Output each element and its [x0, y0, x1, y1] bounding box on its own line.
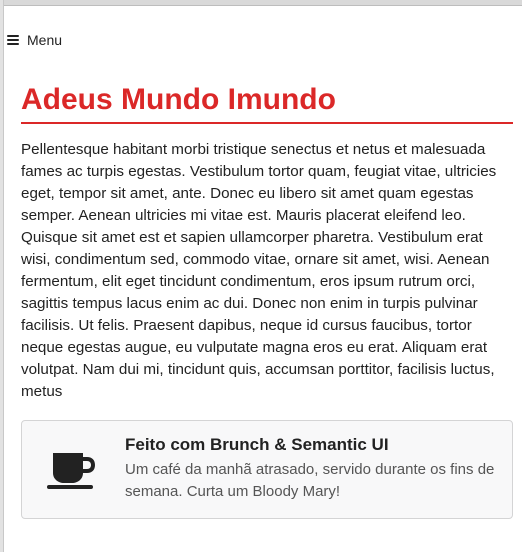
- hamburger-icon: [7, 35, 19, 45]
- menu-label: Menu: [27, 32, 63, 48]
- coffee-cup-icon: [47, 453, 95, 489]
- footer-card-description: Um café da manhã atrasado, servido duran…: [125, 461, 495, 500]
- footer-card-header: Feito com Brunch & Semantic UI: [125, 435, 389, 454]
- window-top-strip: [0, 0, 522, 6]
- menu-toggle[interactable]: Menu: [7, 31, 62, 49]
- body-paragraph: Pellentesque habitant morbi tristique se…: [21, 141, 497, 400]
- window-left-edge: [0, 0, 4, 552]
- footer-card: Feito com Brunch & Semantic UI Um café d…: [21, 420, 513, 519]
- page-title: Adeus Mundo Imundo: [21, 80, 513, 124]
